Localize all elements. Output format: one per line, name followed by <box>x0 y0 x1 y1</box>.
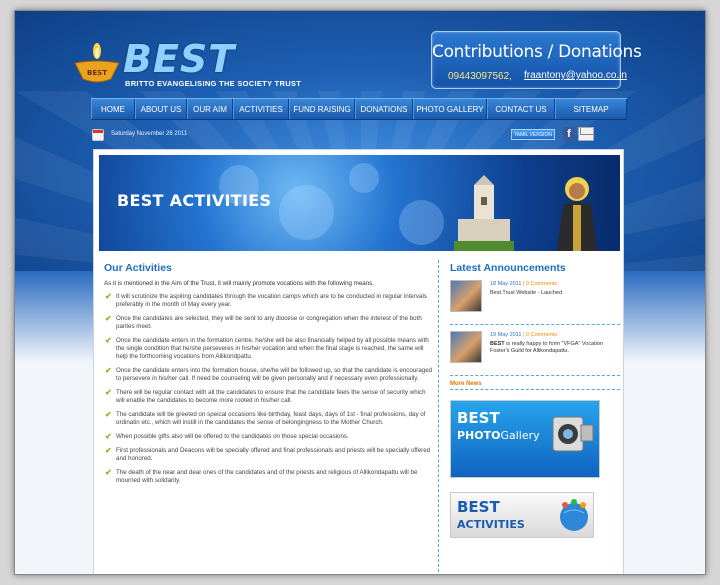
column-divider <box>438 260 439 572</box>
announcement-meta: 19 May 2011 | 0 Comments <box>490 332 557 338</box>
announcement-text: Best Trust Website - Lauched <box>490 290 618 297</box>
activities-section: Our Activities As it is mentioned in the… <box>104 262 434 491</box>
announcement-date: 19 May 2011 <box>490 332 522 338</box>
list-item-text: It will scrutinize the aspiring candidat… <box>116 293 427 308</box>
check-icon: ✔ <box>105 292 112 301</box>
list-item: ✔ The death of the near and dear ones of … <box>104 469 434 485</box>
divider <box>450 389 620 390</box>
check-icon: ✔ <box>105 432 112 441</box>
announcements-title: Latest Announcements <box>450 262 566 274</box>
nav-our-aim[interactable]: OUR AIM <box>187 99 233 119</box>
photo-gallery-promo[interactable]: BEST PHOTOGallery <box>450 400 600 478</box>
check-icon: ✔ <box>105 314 112 323</box>
video-camera-icon <box>552 416 594 452</box>
announcement-text-body: Best Trust Website - Lauched <box>490 290 563 296</box>
check-icon: ✔ <box>105 336 112 345</box>
activities-banner: BEST ACTIVITIES <box>99 155 620 251</box>
divider <box>450 324 620 325</box>
divider <box>450 375 620 376</box>
list-item-text: First professionals and Deacons will be … <box>116 447 431 462</box>
list-item-text: When possible gifts also will be offered… <box>116 433 349 440</box>
nav-donations[interactable]: DONATIONS <box>355 99 413 119</box>
announcement-date: 18 May 2011 <box>490 281 522 287</box>
more-news-link[interactable]: More News <box>450 381 620 387</box>
meta-separator: | <box>522 281 525 287</box>
list-item: ✔ When possible gifts also will be offere… <box>104 433 434 441</box>
list-item: ✔ Once the candidates are selected, they … <box>104 315 434 331</box>
announcement-item[interactable]: 19 May 2011 | 0 Comments BEST is really … <box>450 331 620 373</box>
logo-subtitle: BRITTO EVANGELISING THE SOCIETY TRUST <box>125 79 302 88</box>
list-item: ✔ The candidate will be greeted on speica… <box>104 411 434 427</box>
activities-promo[interactable]: BEST ACTIVITIES <box>450 492 594 538</box>
announcement-meta: 18 May 2011 | 0 Comments <box>490 281 557 287</box>
logo-title: BEST <box>123 37 236 81</box>
mail-icon[interactable] <box>578 127 594 141</box>
contributions-phone: 09443097562, <box>448 71 512 82</box>
list-item: ✔ There will be regular contact with all … <box>104 389 434 405</box>
check-icon: ✔ <box>105 468 112 477</box>
list-item: ✔ Once the candidate enters in the format… <box>104 337 434 361</box>
main-nav: HOME ABOUT US OUR AIM ACTIVITIES FUND RA… <box>91 98 627 120</box>
nav-about-us[interactable]: ABOUT US <box>135 99 187 119</box>
promo-photo-line1: BEST <box>457 409 500 427</box>
nav-home[interactable]: HOME <box>91 99 135 119</box>
announcement-text-body: is really happy to form "VFGA" Vocation … <box>490 341 604 354</box>
list-item: ✔ First professionals and Deacons will be… <box>104 447 434 463</box>
activities-intro: As it is mentioned in the Aim of the Tru… <box>104 280 374 287</box>
list-item-text: Once the candidate enters in the formati… <box>116 337 429 360</box>
globe-people-icon <box>560 499 588 531</box>
site-logo[interactable]: BEST BEST BRITTO EVANGELISING THE SOCIET… <box>71 33 301 93</box>
check-icon: ✔ <box>105 388 112 397</box>
oil-lamp-icon: BEST <box>74 43 120 83</box>
list-item-text: The death of the near and dear ones of t… <box>116 469 418 484</box>
nav-fund-raising[interactable]: FUND RAISING <box>289 99 355 119</box>
saint-image <box>557 177 597 251</box>
banner-title: BEST ACTIVITIES <box>117 191 272 210</box>
list-item-text: The candidate will be greeted on speical… <box>116 411 426 426</box>
nav-sitemap[interactable]: SITEMAP <box>555 99 627 119</box>
announcement-comments[interactable]: 0 Comments <box>526 332 557 338</box>
contributions-email-link[interactable]: fraantony@yahoo.co.in <box>524 70 627 81</box>
current-date: Saturday November 26 2011 <box>111 131 188 137</box>
contributions-title: Contributions / Donations <box>432 42 642 62</box>
announcements-section: Latest Announcements 18 May 2011 | 0 Com… <box>450 262 620 538</box>
list-item-text: There will be regular contact with all t… <box>116 389 426 404</box>
announcement-text: BEST is really happy to form "VFGA" Voca… <box>490 341 618 355</box>
nav-contact-us[interactable]: CONTACT US <box>487 99 555 119</box>
banner-bokeh <box>279 185 334 240</box>
check-icon: ✔ <box>105 446 112 455</box>
promo-photo-word: PHOTO <box>457 429 501 442</box>
banner-bokeh <box>349 163 379 193</box>
check-icon: ✔ <box>105 410 112 419</box>
list-item: ✔ Once the candidate enters into the form… <box>104 367 434 383</box>
check-icon: ✔ <box>105 366 112 375</box>
promo-photo-line2: PHOTOGallery <box>457 429 540 442</box>
page-frame: BEST BEST BRITTO EVANGELISING THE SOCIET… <box>14 10 706 575</box>
banner-bokeh <box>399 200 444 245</box>
activities-list: ✔ It will scrutinize the aspiring candida… <box>104 293 434 485</box>
tamil-version-button[interactable]: TAMIL VERSION <box>511 129 555 140</box>
announcement-item[interactable]: 18 May 2011 | 0 Comments Best Trust Webs… <box>450 280 620 322</box>
promo-activities-line1: BEST <box>457 498 500 516</box>
church-image <box>454 175 514 251</box>
lamp-label: BEST <box>87 69 107 77</box>
calendar-icon <box>92 129 104 141</box>
content-panel: BEST ACTIVITIES Our Activities As it is … <box>93 149 624 574</box>
facebook-icon[interactable]: f <box>563 127 575 141</box>
promo-gallery-word: Gallery <box>500 429 540 442</box>
list-item-text: Once the candidates are selected, they w… <box>116 315 422 330</box>
nav-activities[interactable]: ACTIVITIES <box>233 99 289 119</box>
meta-separator: | <box>522 332 525 338</box>
announcement-thumbnail <box>450 280 482 312</box>
contributions-box: Contributions / Donations 09443097562, f… <box>431 31 642 89</box>
nav-photo-gallery[interactable]: PHOTO GALLERY <box>413 99 487 119</box>
promo-activities-line2: ACTIVITIES <box>457 518 525 531</box>
announcement-text-bold: BEST <box>490 341 505 347</box>
announcement-comments[interactable]: 0 Comments <box>526 281 557 287</box>
list-item-text: Once the candidate enters into the forma… <box>116 367 433 382</box>
activities-title: Our Activities <box>104 262 172 274</box>
list-item: ✔ It will scrutinize the aspiring candida… <box>104 293 434 309</box>
announcement-thumbnail <box>450 331 482 363</box>
